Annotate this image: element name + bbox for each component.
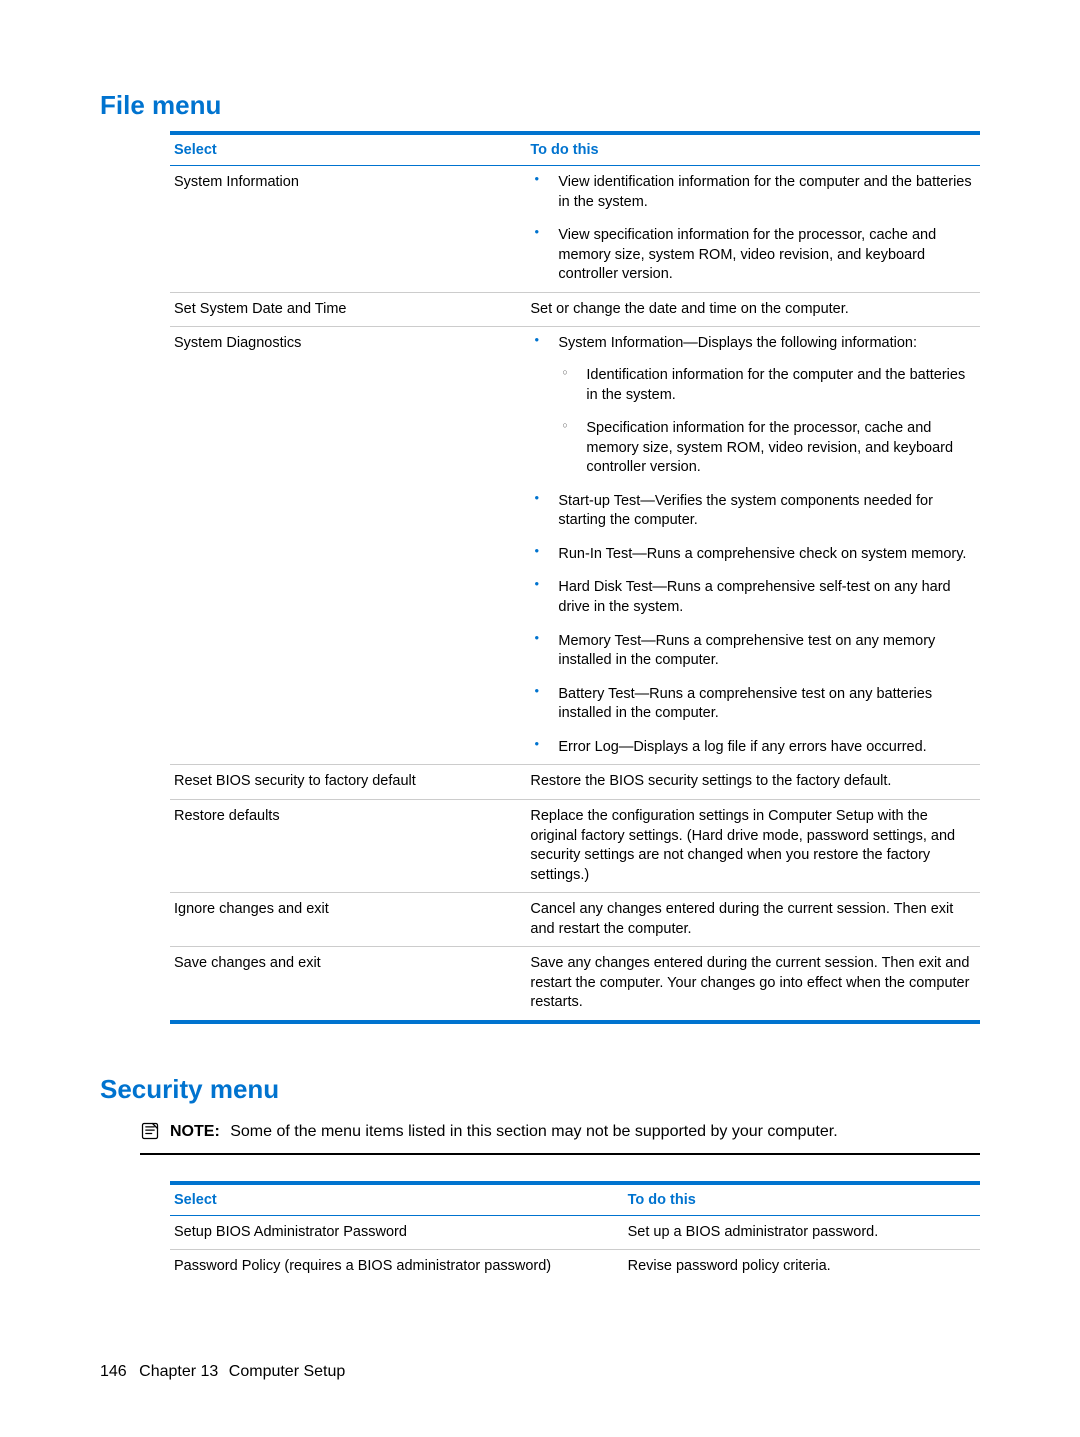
file-menu-table-wrap: Select To do this System Information Vie… bbox=[170, 131, 980, 1024]
security-menu-table: Select To do this Setup BIOS Administrat… bbox=[170, 1181, 980, 1284]
list-item: Specification information for the proces… bbox=[558, 419, 976, 478]
list-item: Error Log—Displays a log file if any err… bbox=[530, 738, 976, 758]
note-icon bbox=[140, 1121, 160, 1141]
bullet-list: View identification information for the … bbox=[530, 173, 976, 285]
heading-security-menu: Security menu bbox=[100, 1074, 980, 1105]
list-item: Hard Disk Test—Runs a comprehensive self… bbox=[530, 578, 976, 617]
table-row: Set System Date and Time Set or change t… bbox=[170, 292, 980, 327]
list-item: Identification information for the compu… bbox=[558, 366, 976, 405]
cell-select: Restore defaults bbox=[170, 799, 526, 892]
file-menu-table: Select To do this System Information Vie… bbox=[170, 131, 980, 1024]
cell-todo: Save any changes entered during the curr… bbox=[526, 947, 980, 1022]
note-callout: NOTE: Some of the menu items listed in t… bbox=[140, 1115, 980, 1155]
table-row: System Information View identification i… bbox=[170, 166, 980, 293]
cell-todo: Cancel any changes entered during the cu… bbox=[526, 893, 980, 947]
list-item-text: System Information—Displays the followin… bbox=[558, 335, 917, 351]
table-row: Password Policy (requires a BIOS adminis… bbox=[170, 1250, 980, 1284]
list-item: System Information—Displays the followin… bbox=[530, 334, 976, 477]
cell-todo: Set up a BIOS administrator password. bbox=[624, 1215, 980, 1250]
cell-todo: View identification information for the … bbox=[526, 166, 980, 293]
list-item: View specification information for the p… bbox=[530, 226, 976, 285]
sublist: Identification information for the compu… bbox=[558, 366, 976, 478]
note-text: NOTE: Some of the menu items listed in t… bbox=[170, 1121, 980, 1143]
list-item: Battery Test—Runs a comprehensive test o… bbox=[530, 685, 976, 724]
cell-select: Password Policy (requires a BIOS adminis… bbox=[170, 1250, 624, 1284]
page-number: 146 bbox=[100, 1363, 127, 1380]
cell-select: Set System Date and Time bbox=[170, 292, 526, 327]
cell-todo: Replace the configuration settings in Co… bbox=[526, 799, 980, 892]
security-menu-table-wrap: Select To do this Setup BIOS Administrat… bbox=[170, 1181, 980, 1284]
note-body: Some of the menu items listed in this se… bbox=[230, 1123, 837, 1140]
list-item: Start-up Test—Verifies the system compon… bbox=[530, 492, 976, 531]
cell-select: System Information bbox=[170, 166, 526, 293]
cell-todo: Revise password policy criteria. bbox=[624, 1250, 980, 1284]
table-row: System Diagnostics System Information—Di… bbox=[170, 327, 980, 765]
table-row: Reset BIOS security to factory default R… bbox=[170, 765, 980, 800]
col-select: Select bbox=[170, 1183, 624, 1216]
cell-todo: Set or change the date and time on the c… bbox=[526, 292, 980, 327]
table-row: Setup BIOS Administrator Password Set up… bbox=[170, 1215, 980, 1250]
chapter-title: Computer Setup bbox=[229, 1363, 346, 1380]
list-item: Memory Test—Runs a comprehensive test on… bbox=[530, 632, 976, 671]
bullet-list: System Information—Displays the followin… bbox=[530, 334, 976, 757]
cell-select: Save changes and exit bbox=[170, 947, 526, 1022]
table-row: Restore defaults Replace the configurati… bbox=[170, 799, 980, 892]
col-select: Select bbox=[170, 133, 526, 166]
cell-select: Reset BIOS security to factory default bbox=[170, 765, 526, 800]
table-row: Save changes and exit Save any changes e… bbox=[170, 947, 980, 1022]
list-item: Run-In Test—Runs a comprehensive check o… bbox=[530, 545, 976, 565]
cell-todo: System Information—Displays the followin… bbox=[526, 327, 980, 765]
col-todo: To do this bbox=[624, 1183, 980, 1216]
cell-select: Setup BIOS Administrator Password bbox=[170, 1215, 624, 1250]
col-todo: To do this bbox=[526, 133, 980, 166]
heading-file-menu: File menu bbox=[100, 90, 980, 121]
table-row: Ignore changes and exit Cancel any chang… bbox=[170, 893, 980, 947]
cell-todo: Restore the BIOS security settings to th… bbox=[526, 765, 980, 800]
cell-select: Ignore changes and exit bbox=[170, 893, 526, 947]
page-footer: 146 Chapter 13 Computer Setup bbox=[100, 1363, 345, 1381]
list-item: View identification information for the … bbox=[530, 173, 976, 212]
note-label: NOTE: bbox=[170, 1123, 220, 1140]
cell-select: System Diagnostics bbox=[170, 327, 526, 765]
chapter-label: Chapter 13 bbox=[139, 1363, 218, 1380]
